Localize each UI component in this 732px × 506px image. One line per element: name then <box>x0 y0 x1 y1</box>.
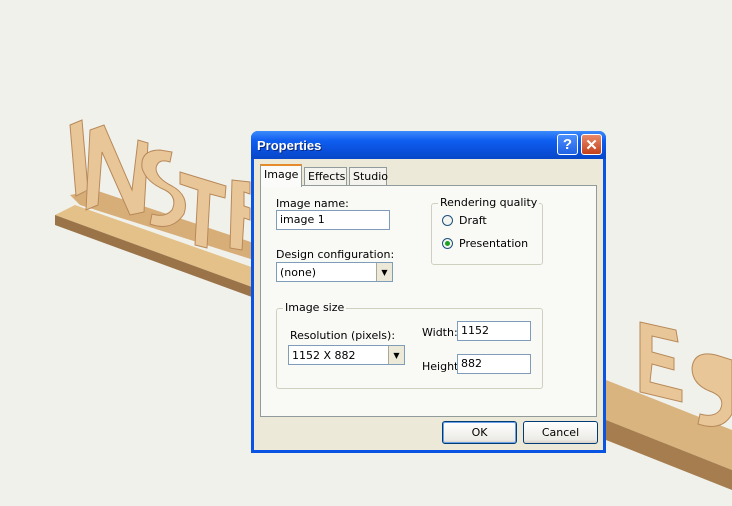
tab-effects[interactable]: Effects <box>304 167 347 185</box>
close-icon: ✕ <box>585 136 598 154</box>
design-config-value: (none) <box>280 266 317 279</box>
image-name-input[interactable]: image 1 <box>276 210 390 230</box>
image-size-title: Image size <box>283 301 347 314</box>
help-icon: ? <box>562 136 573 153</box>
image-name-label: Image name: <box>276 197 349 210</box>
design-config-dropdown[interactable]: (none) ▼ <box>276 262 393 282</box>
help-button[interactable]: ? <box>557 134 578 155</box>
tab-image[interactable]: Image <box>260 164 302 187</box>
presentation-label: Presentation <box>459 237 529 250</box>
rendering-quality-group: Rendering quality Draft Presentation <box>431 196 543 265</box>
tab-studio[interactable]: Studio <box>349 167 388 185</box>
chevron-down-icon[interactable]: ▼ <box>388 346 404 364</box>
presentation-radio[interactable] <box>442 238 453 249</box>
cancel-button[interactable]: Cancel <box>523 421 598 444</box>
image-size-group: Image size Resolution (pixels): 1152 X 8… <box>276 301 543 389</box>
image-tab-panel: Image name: image 1 Design configuration… <box>260 185 597 417</box>
radio-draft-row[interactable]: Draft <box>442 214 487 227</box>
resolution-label: Resolution (pixels): <box>290 329 396 342</box>
dialog-titlebar[interactable]: Properties ? ✕ <box>251 131 606 159</box>
dialog-title: Properties <box>257 138 322 153</box>
draft-radio[interactable] <box>442 215 453 226</box>
close-button[interactable]: ✕ <box>581 134 602 155</box>
resolution-dropdown[interactable]: 1152 X 882 ▼ <box>288 345 405 365</box>
width-input[interactable]: 1152 <box>457 321 531 341</box>
chevron-down-icon[interactable]: ▼ <box>376 263 392 281</box>
resolution-value: 1152 X 882 <box>292 349 356 362</box>
properties-dialog: Properties ? ✕ Image Effects Studio Imag… <box>251 131 606 453</box>
ok-button[interactable]: OK <box>442 421 517 444</box>
dialog-client-area: Image Effects Studio Image name: image 1… <box>254 159 603 450</box>
rendering-quality-title: Rendering quality <box>438 196 540 209</box>
design-config-label: Design configuration: <box>276 248 395 261</box>
draft-label: Draft <box>459 214 487 227</box>
width-label: Width: <box>422 326 458 339</box>
height-input[interactable]: 882 <box>457 354 531 374</box>
radio-presentation-row[interactable]: Presentation <box>442 237 528 250</box>
